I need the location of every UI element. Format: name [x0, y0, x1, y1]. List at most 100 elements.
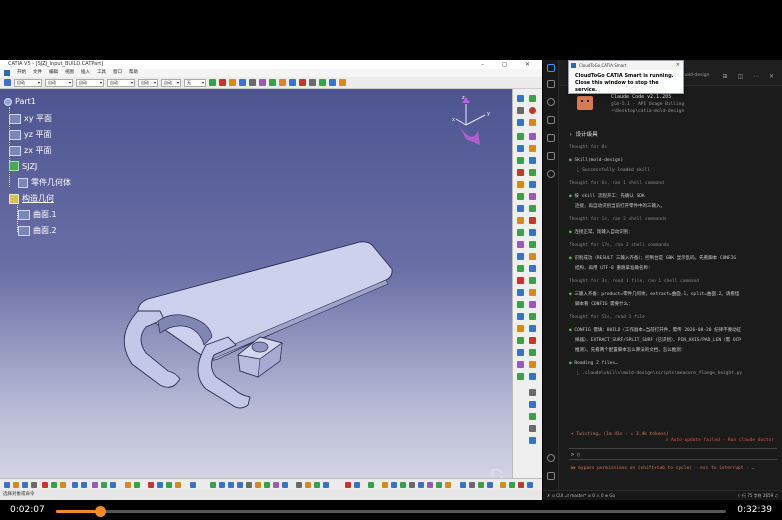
tool-icon[interactable] [517, 277, 524, 284]
claude-icon[interactable] [547, 170, 555, 178]
tool-icon[interactable] [436, 482, 442, 488]
tool-icon[interactable] [517, 289, 524, 296]
tool-icon[interactable] [517, 325, 524, 332]
tool-icon[interactable] [529, 401, 536, 408]
tool-icon[interactable] [517, 95, 524, 102]
sketch-icon[interactable] [229, 79, 236, 86]
tool-icon[interactable] [529, 289, 536, 296]
tool-icon[interactable] [529, 313, 536, 320]
tool-icon[interactable] [529, 277, 536, 284]
trim-icon[interactable] [299, 79, 306, 86]
tool-icon[interactable] [517, 193, 524, 200]
undo-icon[interactable] [72, 482, 78, 488]
tool-icon[interactable] [391, 482, 397, 488]
tool-icon[interactable] [517, 301, 524, 308]
menu-file[interactable]: 文件 [33, 69, 42, 77]
tool-icon[interactable] [529, 413, 536, 420]
tool-icon[interactable] [500, 482, 506, 488]
account-icon[interactable] [547, 454, 555, 462]
tool-icon[interactable] [314, 482, 320, 488]
tool-icon[interactable] [529, 325, 536, 332]
tool-icon[interactable] [445, 482, 451, 488]
tool-icon[interactable] [529, 119, 536, 126]
tool-icon[interactable] [529, 241, 536, 248]
tool-icon[interactable] [305, 482, 311, 488]
tool-icon[interactable] [148, 482, 154, 488]
tool-icon[interactable] [529, 373, 536, 380]
menu-start[interactable]: 开始 [17, 69, 26, 77]
search-icon[interactable] [547, 98, 555, 106]
tool-icon[interactable] [527, 482, 533, 488]
combo-4[interactable]: 自动 [107, 78, 135, 87]
surface-icon[interactable] [269, 79, 276, 86]
combo-3[interactable]: 自动 [76, 78, 104, 87]
seek-bar[interactable] [56, 506, 726, 517]
run-debug-icon[interactable] [547, 134, 555, 142]
tool-icon[interactable] [368, 482, 374, 488]
tool-icon[interactable] [517, 229, 524, 236]
normal-view-icon[interactable] [246, 482, 252, 488]
render-icon[interactable] [329, 79, 336, 86]
tool-icon[interactable] [134, 482, 140, 488]
tool-icon[interactable] [529, 265, 536, 272]
tool-icon[interactable] [529, 337, 536, 344]
tool-icon[interactable] [517, 313, 524, 320]
tool-icon[interactable] [529, 253, 536, 260]
split-icon[interactable] [289, 79, 296, 86]
tool-icon[interactable] [382, 482, 388, 488]
pan-icon[interactable] [210, 482, 216, 488]
tool-icon[interactable] [517, 373, 524, 380]
tool-icon[interactable] [529, 361, 536, 368]
combo-2[interactable]: 自动 [45, 78, 73, 87]
render-icon[interactable] [264, 482, 270, 488]
zoom-in-icon[interactable] [228, 482, 234, 488]
tool-icon[interactable] [517, 107, 524, 114]
tree-part-body[interactable]: 零件几何体 [18, 177, 71, 188]
save-icon[interactable] [22, 482, 28, 488]
extensions-icon[interactable] [547, 152, 555, 160]
tool-icon[interactable] [125, 482, 131, 488]
menu-window[interactable]: 窗口 [113, 69, 122, 77]
tool-icon[interactable] [219, 79, 226, 86]
tool-icon[interactable] [345, 482, 351, 488]
tool-icon[interactable] [529, 349, 536, 356]
tree-body[interactable]: SJZJ [9, 161, 37, 171]
tool-icon[interactable] [427, 482, 433, 488]
tool-icon[interactable] [529, 157, 536, 164]
menu-view[interactable]: 视图 [65, 69, 74, 77]
tool-icon[interactable] [529, 301, 536, 308]
measure-icon[interactable] [309, 79, 316, 86]
editor-actions[interactable]: ⊞ ◫ ⋯ ✕ [723, 73, 778, 80]
tool-icon[interactable] [418, 482, 424, 488]
move-icon[interactable] [209, 79, 216, 86]
tree-plane-yz[interactable]: yz 平面 [9, 129, 51, 140]
tool-icon[interactable] [517, 253, 524, 260]
tool-icon[interactable] [518, 482, 524, 488]
menu-help[interactable]: 帮助 [129, 69, 138, 77]
tool-icon[interactable] [190, 482, 196, 488]
tool-icon[interactable] [529, 217, 536, 224]
tool-icon[interactable] [517, 217, 524, 224]
window-controls[interactable]: – ◻ ✕ [481, 60, 538, 69]
tool-icon[interactable] [529, 389, 536, 396]
tool-icon[interactable] [460, 482, 466, 488]
tool-icon[interactable] [166, 482, 172, 488]
explorer-icon[interactable] [547, 80, 555, 88]
tool-icon[interactable] [517, 181, 524, 188]
tool-icon[interactable] [517, 145, 524, 152]
tool-icon[interactable] [517, 361, 524, 368]
rotate-icon[interactable] [219, 482, 225, 488]
tool-icon[interactable] [509, 482, 515, 488]
analysis-icon[interactable] [319, 79, 326, 86]
tool-icon[interactable] [487, 482, 493, 488]
tool-icon[interactable] [409, 482, 415, 488]
tool-icon[interactable] [529, 437, 536, 444]
source-control-icon[interactable] [547, 116, 555, 124]
combo-6[interactable]: 自动 [161, 78, 181, 87]
tool-icon[interactable] [529, 133, 536, 140]
tree-root[interactable]: Part1 [4, 97, 36, 106]
light-icon[interactable] [339, 79, 346, 86]
tool-icon[interactable] [517, 349, 524, 356]
tool-icon[interactable] [529, 425, 536, 432]
combo-5[interactable]: 自动 [138, 78, 158, 87]
